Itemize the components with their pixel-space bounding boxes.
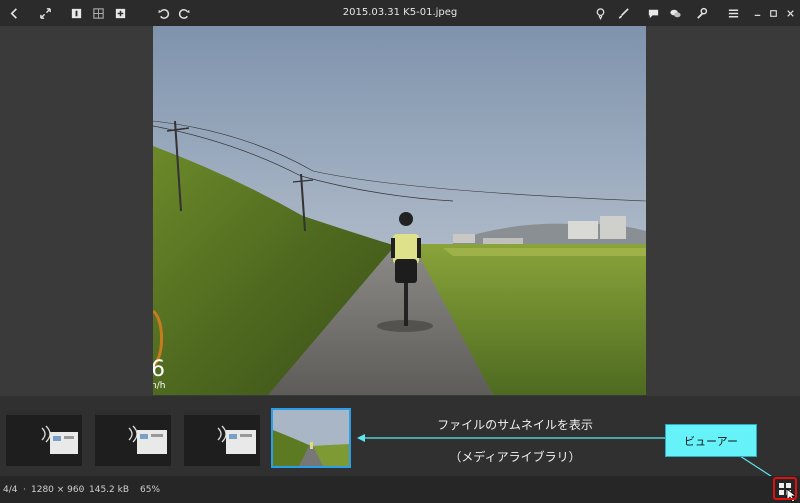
viewer-callout: ビューアー <box>665 424 757 457</box>
separator-dot: · <box>80 485 83 495</box>
single-view-icon[interactable] <box>67 4 85 22</box>
zoom-level[interactable]: 65% <box>140 485 160 495</box>
grid-view-icon[interactable] <box>89 4 107 22</box>
image-viewer[interactable]: 6 n/h <box>0 26 800 396</box>
highlight-box <box>773 477 797 500</box>
speed-overlay-text: 6 <box>153 357 165 382</box>
chat-icon[interactable] <box>666 4 684 22</box>
image-dimensions: 1280 × 960 <box>31 485 85 495</box>
location-pin-icon[interactable] <box>591 4 609 22</box>
image-position: 4/4 <box>3 485 18 495</box>
menu-icon[interactable] <box>724 4 742 22</box>
main-photo[interactable]: 6 n/h <box>153 26 646 395</box>
brush-icon[interactable] <box>614 4 632 22</box>
back-arrow-icon[interactable] <box>5 4 23 22</box>
close-icon[interactable] <box>781 4 799 22</box>
separator-dot: · <box>23 485 26 495</box>
maximize-icon[interactable] <box>764 4 782 22</box>
wrench-icon[interactable] <box>692 4 710 22</box>
file-size: 145.2 kB <box>89 485 130 495</box>
comment-icon[interactable] <box>644 4 662 22</box>
redo-icon[interactable] <box>175 4 193 22</box>
add-icon[interactable] <box>111 4 129 22</box>
undo-icon[interactable] <box>154 4 172 22</box>
speed-unit-text: n/h <box>153 381 165 391</box>
fullscreen-icon[interactable] <box>36 4 54 22</box>
status-bar: 4/4 · 1280 × 960 · 145.2 kB 65% <box>0 476 800 503</box>
top-toolbar: 2015.03.31 K5-01.jpeg <box>0 0 800 26</box>
